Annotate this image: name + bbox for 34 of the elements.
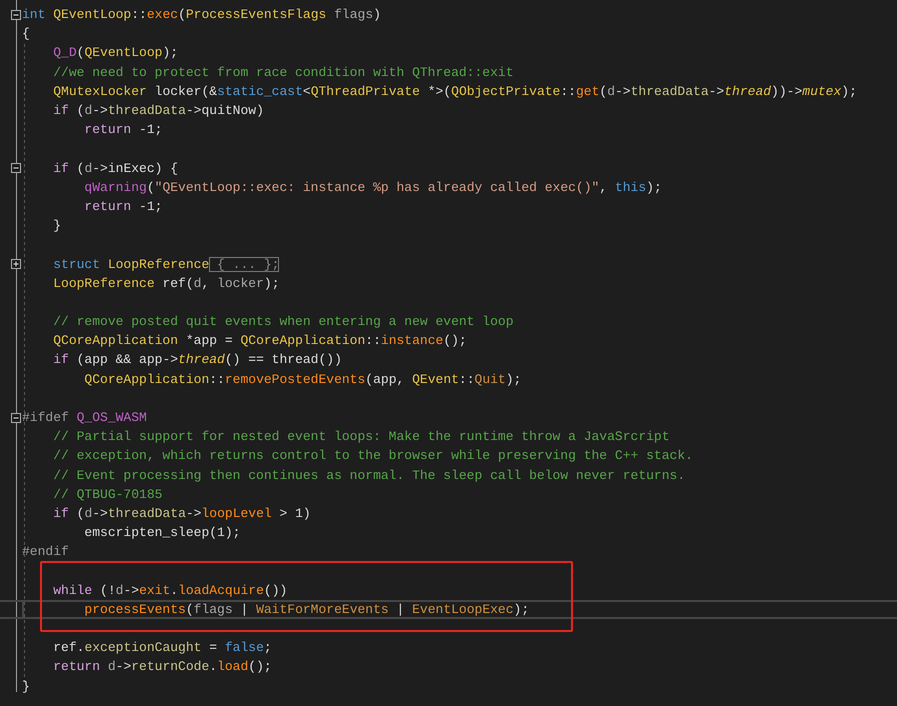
code-line: } (22, 678, 30, 694)
code-line: QCoreApplication *app = QCoreApplication::instance(); (53, 333, 467, 348)
code-line: //we need to protect from race condition with QThread::exit (53, 64, 514, 80)
code-line: // Partial support for nested event loops: Make the runtime throw a JavaSrcript (53, 429, 670, 444)
code-line: LoopReference ref(d, locker); (53, 276, 280, 291)
code-line: qWarning("QEventLoop::exec: instance %p has already called exec()", this); (84, 180, 662, 195)
code-line: // QTBUG-70185 (53, 486, 162, 502)
code-line: #endif (22, 544, 69, 560)
code-line: int QEventLoop::exec(ProcessEventsFlags flags) (22, 7, 381, 22)
code-line: return d->returnCode.load(); (53, 659, 272, 674)
code-line: ref.exceptionCaught = false; (53, 640, 272, 656)
code-line: struct LoopReference { ... }; (53, 256, 280, 272)
code-line: QMutexLocker locker(&static_cast<QThreadPrivate *>(QObjectPrivate::get(d->threadData->thread))->mutex); (53, 84, 857, 99)
code-line: if (app && app->thread() == thread()) (53, 352, 342, 368)
code-line: if (d->inExec) { (53, 160, 178, 176)
code-line: return -1; (84, 122, 162, 138)
code-line: Q_D(QEventLoop); (53, 45, 178, 60)
code-line: processEvents(flags | WaitForMoreEvents | EventLoopExec); (84, 602, 530, 617)
code-line: #ifdef Q_OS_WASM (22, 410, 147, 426)
code-line: while (!d->exit.loadAcquire()) (53, 582, 288, 598)
collapse-icon[interactable] (11, 10, 21, 20)
code-line: // remove posted quit events when entering a new event loop (53, 314, 514, 330)
code-line: emscripten_sleep(1); (84, 525, 240, 540)
code-line: } (53, 218, 62, 234)
code-line: return -1; (84, 198, 162, 214)
collapse-icon[interactable] (11, 163, 21, 174)
code-line: if (d->threadData->quitNow) (53, 103, 264, 118)
code-line: QCoreApplication::removePostedEvents(app, QEvent::Quit); (84, 372, 522, 387)
expand-icon[interactable] (11, 259, 21, 270)
code-line: if (d->threadData->loopLevel > 1) (53, 506, 311, 521)
code-line: // exception, which returns control to the browser while preserving the C++ stack. (53, 448, 693, 464)
collapse-icon[interactable] (11, 412, 21, 423)
code-line: { (22, 26, 30, 42)
code-line: // Event processing then continues as normal. The sleep call below never returns. (53, 468, 686, 483)
